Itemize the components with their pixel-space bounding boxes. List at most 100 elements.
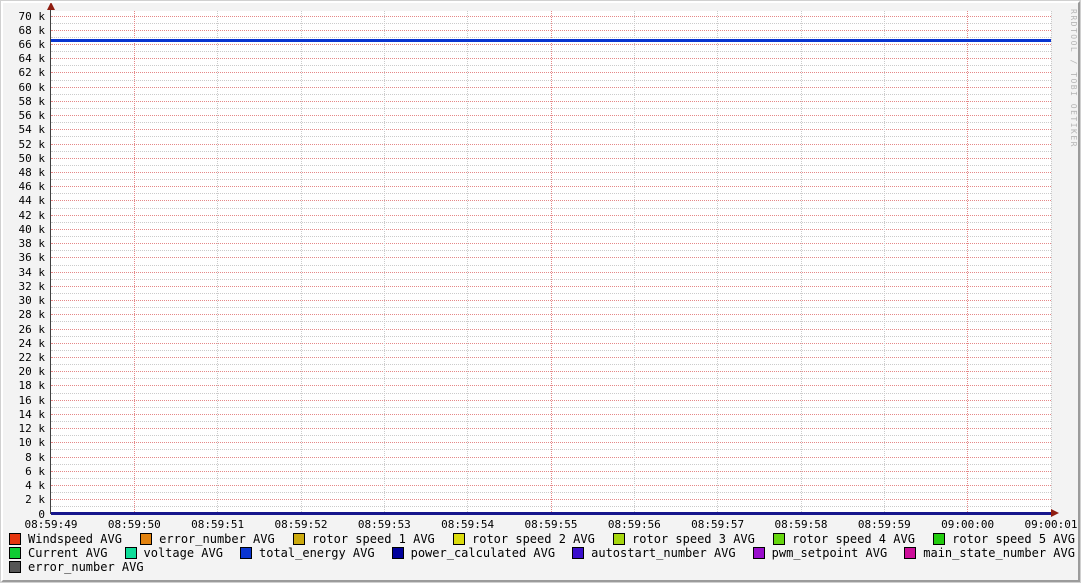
legend-color-swatch-icon	[9, 547, 21, 559]
y-tick-label: 58 k	[18, 94, 46, 108]
x-minor-gridline	[883, 11, 885, 514]
y-tick-label: 14 k	[18, 407, 46, 421]
y-tick-label: 8 k	[25, 450, 45, 464]
x-tick-label: 08:59:52	[274, 518, 328, 531]
legend-color-swatch-icon	[613, 533, 626, 545]
y-tick-label: 38 k	[18, 237, 46, 251]
legend-color-swatch-icon	[773, 533, 786, 545]
y-tick-label: 28 k	[18, 308, 46, 322]
legend-color-swatch-icon	[933, 533, 946, 545]
y-tick-label: 50 k	[18, 151, 46, 165]
legend-item: main_state_number AVG	[904, 546, 1075, 560]
y-tick-label: 34 k	[18, 265, 46, 279]
legend-color-swatch-icon	[124, 547, 137, 559]
legend-label: rotor speed 4 AVG	[792, 532, 915, 546]
y-tick-label: 18 k	[18, 379, 46, 393]
legend-item: error_number AVG	[9, 560, 144, 574]
legend-item: Windspeed AVG	[9, 532, 122, 546]
y-tick-label: 44 k	[18, 194, 46, 208]
x-tick-label: 08:59:51	[191, 518, 245, 531]
y-tick-label: 20 k	[18, 365, 46, 379]
legend-color-swatch-icon	[572, 547, 585, 559]
x-minor-gridline	[717, 11, 719, 514]
x-tick-label: 08:59:55	[524, 518, 578, 531]
x-tick-label: 08:59:59	[857, 518, 911, 531]
y-tick-label: 10 k	[18, 436, 46, 450]
legend-label: error_number AVG	[159, 532, 275, 546]
legend-row: error_number AVG	[9, 560, 1075, 574]
legend-label: rotor speed 5 AVG	[952, 532, 1075, 546]
y-axis-arrow-icon	[47, 2, 55, 10]
y-tick-label: 56 k	[18, 109, 46, 123]
legend-label: voltage AVG	[143, 546, 223, 560]
x-axis-line	[51, 512, 1051, 515]
y-tick-label: 22 k	[18, 350, 46, 364]
legend-color-swatch-icon	[453, 533, 465, 545]
x-minor-gridline	[217, 11, 219, 514]
x-minor-gridline	[800, 11, 802, 514]
legend-item: rotor speed 4 AVG	[773, 532, 915, 546]
legend-label: rotor speed 3 AVG	[632, 532, 755, 546]
legend-label: Windspeed AVG	[28, 532, 122, 546]
x-tick-label: 08:59:49	[24, 518, 78, 531]
legend-label: rotor speed 1 AVG	[311, 532, 435, 546]
series-line	[51, 38, 1051, 42]
legend-item: rotor speed 5 AVG	[933, 532, 1075, 546]
legend-label: rotor speed 2 AVG	[472, 532, 595, 546]
legend-item: rotor speed 1 AVG	[292, 532, 435, 546]
x-tick-label: 08:59:54	[441, 518, 495, 531]
x-tick-label: 08:59:50	[107, 518, 161, 531]
legend-color-swatch-icon	[904, 547, 917, 559]
x-axis-arrow-icon	[1051, 509, 1059, 517]
legend-color-swatch-icon	[292, 533, 305, 545]
x-tick-label: 09:00:01	[1024, 518, 1078, 531]
legend-label: main_state_number AVG	[923, 546, 1075, 560]
y-tick-label: 26 k	[18, 322, 46, 336]
x-minor-gridline	[383, 11, 385, 514]
legend-label: total_energy AVG	[259, 546, 375, 560]
y-tick-label: 16 k	[18, 393, 46, 407]
y-tick-label: 6 k	[25, 464, 45, 478]
y-tick-label: 40 k	[18, 222, 46, 236]
legend-item: power_calculated AVG	[391, 546, 556, 560]
y-tick-label: 66 k	[18, 37, 46, 51]
x-minor-gridline	[300, 11, 302, 514]
y-tick-label: 12 k	[18, 422, 46, 436]
y-tick-label: 46 k	[18, 180, 46, 194]
x-tick-label: 08:59:56	[607, 518, 661, 531]
y-tick-label: 36 k	[18, 251, 46, 265]
legend-label: error_number AVG	[28, 560, 144, 574]
y-tick-label: 62 k	[18, 66, 46, 80]
y-tick-label: 70 k	[18, 9, 46, 23]
y-tick-label: 60 k	[18, 80, 46, 94]
legend-color-swatch-icon	[240, 547, 252, 559]
y-tick-label: 54 k	[18, 123, 46, 137]
legend-row: Windspeed AVG error_number AVG rotor speed…	[9, 532, 1075, 546]
legend-item: autostart_number AVG	[572, 546, 736, 560]
x-tick-label: 09:00:00	[941, 518, 995, 531]
y-tick-label: 30 k	[18, 294, 46, 308]
x-major-gridline	[133, 11, 135, 514]
x-tick-label: 08:59:57	[691, 518, 745, 531]
x-tick-label: 08:59:53	[357, 518, 411, 531]
legend-color-swatch-icon	[9, 561, 21, 573]
legend-item: voltage AVG	[124, 546, 223, 560]
y-tick-label: 64 k	[18, 52, 46, 66]
x-minor-gridline	[633, 11, 635, 514]
legend-item: rotor speed 3 AVG	[613, 532, 755, 546]
legend-color-swatch-icon	[752, 547, 765, 559]
legend-item: rotor speed 2 AVG	[453, 532, 595, 546]
watermark: RRDTOOL / TOBI OETIKER	[1069, 9, 1078, 148]
legend-label: power_calculated AVG	[410, 546, 556, 560]
legend-color-swatch-icon	[140, 533, 153, 545]
x-major-gridline	[550, 11, 552, 514]
legend-row: Current AVG voltage AVG total_energy AVG po…	[9, 546, 1075, 560]
legend: Windspeed AVG error_number AVG rotor speed…	[9, 532, 1075, 574]
legend-item: error_number AVG	[140, 532, 275, 546]
legend-label: Current AVG	[28, 546, 108, 560]
y-tick-label: 24 k	[18, 336, 46, 350]
y-tick-label: 42 k	[18, 208, 46, 222]
legend-item: total_energy AVG	[240, 546, 375, 560]
x-minor-gridline	[1050, 11, 1052, 514]
x-tick-label: 08:59:58	[774, 518, 828, 531]
